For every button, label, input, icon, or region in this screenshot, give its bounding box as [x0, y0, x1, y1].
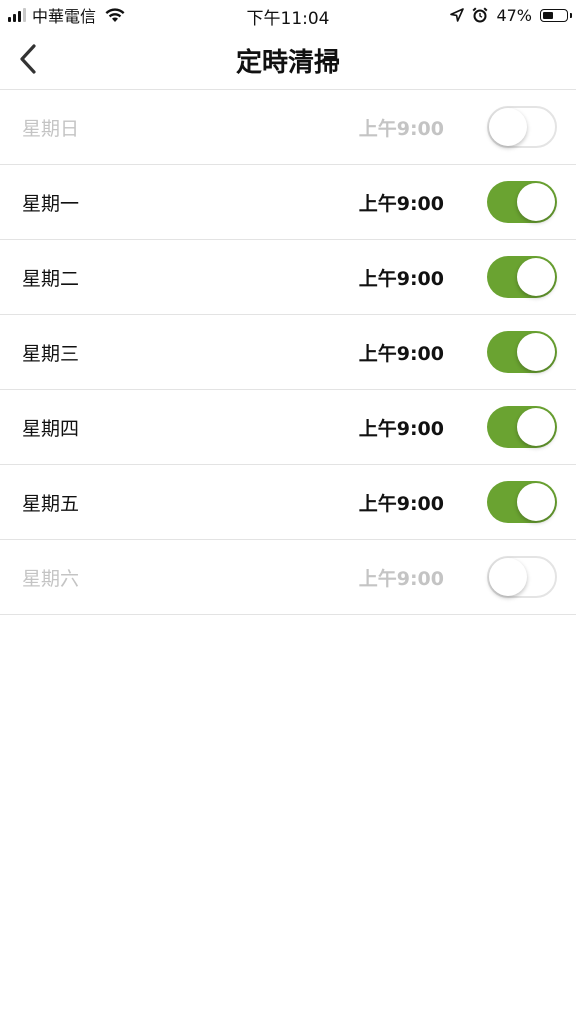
day-label: 星期三 [22, 343, 80, 365]
schedule-row-thursday[interactable]: 星期四 上午9:00 [0, 390, 576, 465]
toggle-knob [517, 183, 555, 221]
enable-toggle[interactable] [487, 256, 557, 298]
enable-toggle[interactable] [487, 181, 557, 223]
toggle-knob [489, 108, 527, 146]
nav-header: 定時清掃 [0, 30, 576, 89]
time-label[interactable]: 上午9:00 [359, 564, 444, 591]
day-label: 星期六 [22, 568, 80, 590]
time-label[interactable]: 上午9:00 [359, 264, 444, 291]
toggle-knob [489, 558, 527, 596]
schedule-list: 星期日 上午9:00 星期一 上午9:00 星期二 上午9:00 星期三 上午9… [0, 89, 576, 615]
enable-toggle[interactable] [487, 481, 557, 523]
toggle-knob [517, 483, 555, 521]
day-label: 星期一 [22, 193, 80, 215]
battery-icon [540, 8, 572, 22]
toggle-knob [517, 333, 555, 371]
time-label[interactable]: 上午9:00 [359, 189, 444, 216]
day-label: 星期四 [22, 418, 80, 440]
time-label[interactable]: 上午9:00 [359, 414, 444, 441]
alarm-icon [472, 7, 488, 23]
status-bar: 中華電信 下午11:04 47% [0, 0, 576, 30]
enable-toggle[interactable] [487, 556, 557, 598]
time-label[interactable]: 上午9:00 [359, 339, 444, 366]
battery-percent: 47% [496, 5, 532, 25]
schedule-row-wednesday[interactable]: 星期三 上午9:00 [0, 315, 576, 390]
location-arrow-icon [450, 8, 465, 22]
schedule-row-monday[interactable]: 星期一 上午9:00 [0, 165, 576, 240]
schedule-row-friday[interactable]: 星期五 上午9:00 [0, 465, 576, 540]
time-label[interactable]: 上午9:00 [359, 114, 444, 141]
toggle-knob [517, 258, 555, 296]
schedule-row-saturday[interactable]: 星期六 上午9:00 [0, 540, 576, 615]
status-right: 47% [450, 4, 572, 26]
time-label[interactable]: 上午9:00 [359, 489, 444, 516]
enable-toggle[interactable] [487, 406, 557, 448]
day-label: 星期二 [22, 268, 80, 290]
day-label: 星期五 [22, 493, 80, 515]
schedule-row-sunday[interactable]: 星期日 上午9:00 [0, 90, 576, 165]
page-title: 定時清掃 [235, 48, 340, 78]
schedule-row-tuesday[interactable]: 星期二 上午9:00 [0, 240, 576, 315]
day-label: 星期日 [22, 118, 80, 140]
toggle-knob [517, 408, 555, 446]
enable-toggle[interactable] [487, 106, 557, 148]
enable-toggle[interactable] [487, 331, 557, 373]
